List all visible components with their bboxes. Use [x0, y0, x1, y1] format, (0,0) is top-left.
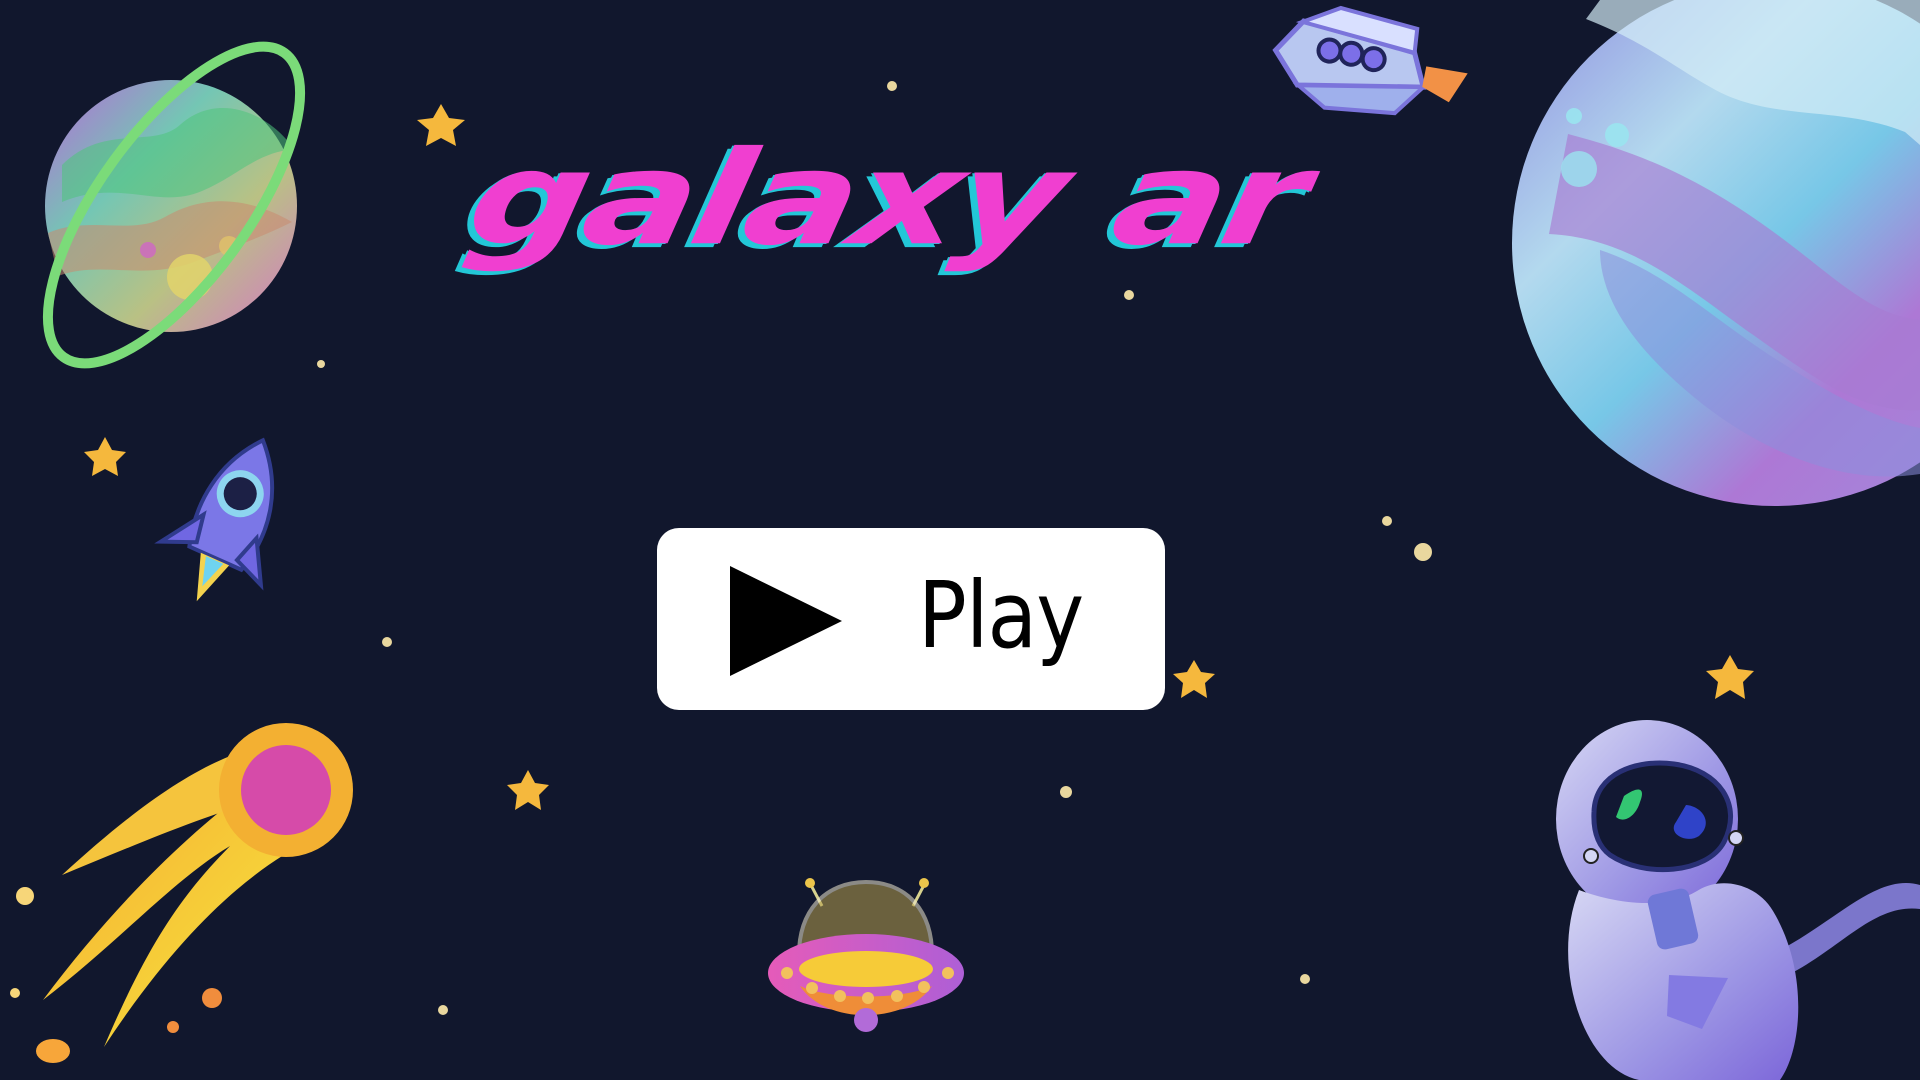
ufo-icon: [768, 878, 964, 1032]
play-button[interactable]: Play: [657, 528, 1165, 710]
ringed-planet-icon: [42, 41, 306, 369]
play-icon: [730, 566, 842, 676]
large-planet-icon: [1512, 0, 1920, 506]
small-rocket-icon: [154, 437, 275, 602]
game-title: galaxy ar: [456, 123, 1317, 275]
game-screen: galaxy ar Play: [0, 0, 1920, 1080]
comet-icon: [10, 723, 353, 1063]
play-label: Play: [918, 562, 1084, 669]
astronaut-icon: [1556, 720, 1920, 1080]
spaceship-icon: [1272, 5, 1468, 116]
